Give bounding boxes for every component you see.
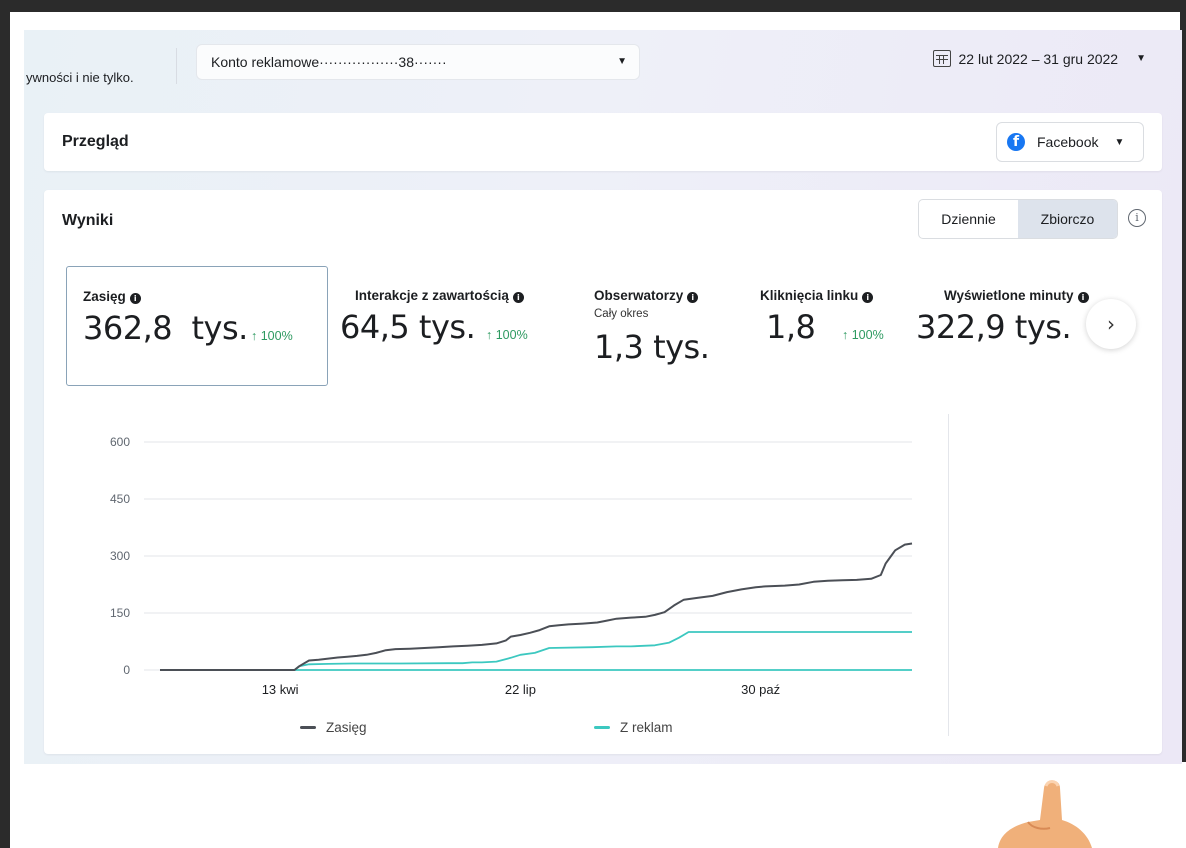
next-metrics-button[interactable]: › xyxy=(1086,299,1136,349)
metric-sublabel: Cały okres xyxy=(594,308,649,320)
date-range-label: 22 lut 2022 – 31 gru 2022 xyxy=(958,50,1119,67)
pointing-hand-icon xyxy=(998,780,1092,848)
ad-account-label: Konto reklamowe xyxy=(211,54,320,70)
reach-chart: 0 150 300 450 600 13 kwi 22 lip 30 paź xyxy=(110,435,913,697)
chevron-down-icon: ▼ xyxy=(1114,136,1125,148)
date-range-picker[interactable]: 22 lut 2022 – 31 gru 2022 ▼ xyxy=(932,50,1146,67)
y-tick-label: 0 xyxy=(123,663,130,677)
platform-label: Facebook xyxy=(1037,134,1099,150)
y-tick-label: 150 xyxy=(110,606,130,620)
y-tick-label: 450 xyxy=(110,492,130,506)
calendar-icon xyxy=(932,50,951,67)
legend-item-z-reklam[interactable]: Z reklam xyxy=(594,720,673,735)
metric-change: ↑ 100% xyxy=(842,328,884,342)
metric-engagement[interactable]: Interakcje z zawartością i 64,5 tys. ↑ 10… xyxy=(340,266,570,386)
x-tick-label: 30 paź xyxy=(741,682,780,697)
info-icon[interactable]: i xyxy=(1077,292,1089,303)
info-icon[interactable]: i xyxy=(687,292,699,303)
header-description: ywności i nie tylko. xyxy=(26,70,134,85)
y-tick-label: 300 xyxy=(110,549,130,563)
info-icon[interactable]: i xyxy=(512,292,524,303)
y-tick-label: 600 xyxy=(110,435,130,449)
metric-value: 64,5 tys. xyxy=(340,308,476,346)
metric-change: ↑ 100% xyxy=(486,328,528,342)
info-icon[interactable]: i xyxy=(129,293,141,304)
info-icon[interactable]: i xyxy=(1128,209,1146,227)
metric-value: 362,8 tys. xyxy=(83,309,248,347)
view-mode-toggle: Dziennie Zbiorczo xyxy=(918,199,1118,239)
overview-card: Przegląd f Facebook ▼ xyxy=(44,113,1162,171)
series-line-z-reklam xyxy=(160,631,912,671)
metric-value: 322,9 tys. xyxy=(916,308,1072,346)
info-icon[interactable]: i xyxy=(862,292,874,303)
metric-value: 1,3 tys. xyxy=(594,328,710,366)
window-frame-top xyxy=(0,0,1186,12)
results-card: Wyniki Dziennie Zbiorczo i Zasięg i 362,8… xyxy=(44,190,1162,754)
metric-label: Wyświetlone minuty i xyxy=(944,288,1089,303)
metric-reach[interactable]: Zasięg i 362,8 tys. ↑ 100% xyxy=(66,266,328,386)
metric-label: Interakcje z zawartością i xyxy=(355,288,524,303)
toggle-cumulative[interactable]: Zbiorczo xyxy=(1018,200,1117,238)
metric-label: Zasięg i xyxy=(83,289,141,304)
chevron-down-icon: ▼ xyxy=(1136,53,1146,64)
metric-label: Obserwatorzy i xyxy=(594,288,699,303)
metric-label: Kliknięcia linku i xyxy=(760,288,874,303)
header-divider xyxy=(176,48,177,84)
legend-swatch xyxy=(300,726,316,729)
x-tick-label: 22 lip xyxy=(505,682,536,697)
metric-link-clicks[interactable]: Kliknięcia linku i 1,8 ↑ 100% xyxy=(760,266,910,386)
ad-account-id: ·················38······· xyxy=(319,54,447,70)
legend-label: Zasięg xyxy=(326,720,367,735)
platform-selector[interactable]: f Facebook ▼ xyxy=(996,122,1144,162)
window-frame-left xyxy=(0,0,10,848)
results-title: Wyniki xyxy=(62,212,114,229)
series-line-zasieg xyxy=(160,542,913,671)
metric-value: 1,8 xyxy=(766,308,816,346)
metric-change: ↑ 100% xyxy=(251,329,293,343)
metric-followers[interactable]: Obserwatorzy i Cały okres 1,3 tys. xyxy=(592,266,742,386)
overview-title: Przegląd xyxy=(62,133,129,150)
toggle-daily[interactable]: Dziennie xyxy=(919,200,1018,238)
ad-account-selector[interactable]: Konto reklamowe·················38······… xyxy=(196,44,640,80)
legend-swatch xyxy=(594,726,610,729)
insights-panel: ywności i nie tylko. Konto reklamowe····… xyxy=(24,30,1182,764)
facebook-icon: f xyxy=(1007,133,1025,151)
chart-divider xyxy=(948,414,949,736)
legend-item-zasieg[interactable]: Zasięg xyxy=(300,720,367,735)
x-tick-label: 13 kwi xyxy=(262,682,299,697)
chevron-down-icon: ▼ xyxy=(617,56,627,67)
legend-label: Z reklam xyxy=(620,720,673,735)
